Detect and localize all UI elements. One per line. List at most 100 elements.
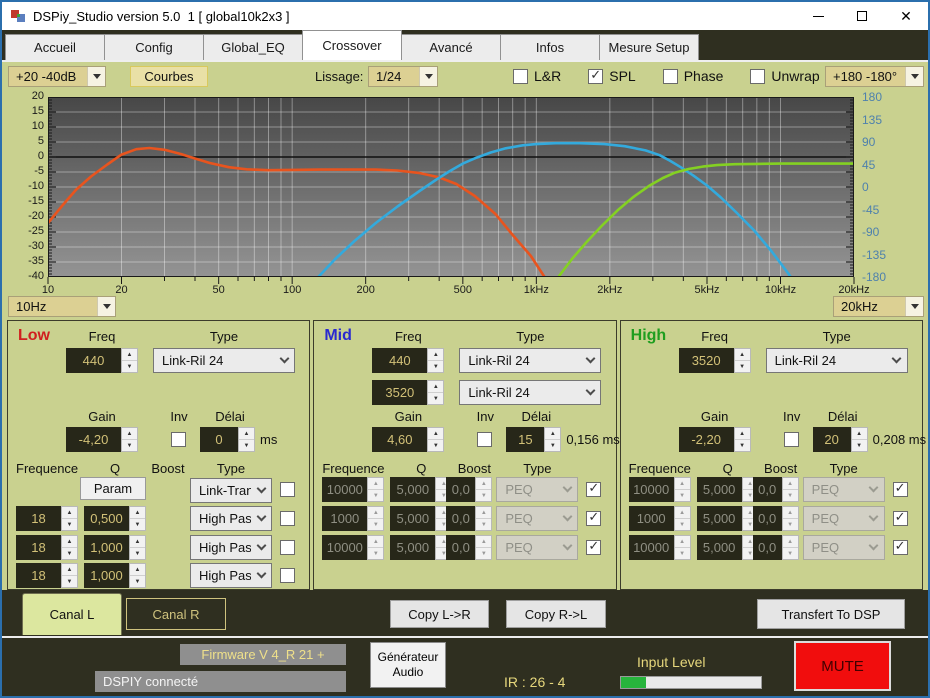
spinner-up-icon[interactable]: ▲ bbox=[239, 428, 254, 440]
canal-l-tab[interactable]: Canal L bbox=[22, 593, 122, 635]
crossover-freq-spinner[interactable]: 3520▲▼ bbox=[372, 380, 444, 405]
spinner-up-icon[interactable]: ▲ bbox=[428, 381, 443, 393]
eq-freq-spinner[interactable]: 18▲▼ bbox=[16, 506, 78, 531]
eq-enable-checkbox[interactable]: ✓ bbox=[586, 511, 601, 526]
checkbox-box[interactable]: ✓ bbox=[663, 69, 678, 84]
delay-spinner[interactable]: 15▲▼ bbox=[506, 427, 561, 452]
chevron-down-icon[interactable] bbox=[419, 67, 437, 86]
eq-q-spinner[interactable]: 1,000▲▼ bbox=[84, 563, 146, 588]
spinner-down-icon[interactable]: ▼ bbox=[735, 361, 750, 372]
spinner-up-icon[interactable]: ▲ bbox=[130, 564, 145, 576]
crossover-freq-spinner[interactable]: 440▲▼ bbox=[66, 348, 138, 373]
transfer-to-dsp-button[interactable]: Transfert To DSP bbox=[757, 599, 905, 629]
spinner-up-icon[interactable]: ▲ bbox=[130, 536, 145, 548]
eq-type-dropdown[interactable]: High Pass bbox=[190, 506, 272, 531]
crossover-type-dropdown[interactable]: Link-Ril 24 bbox=[153, 348, 295, 373]
copy-r-to-l-button[interactable]: Copy R->L bbox=[506, 600, 606, 628]
eq-q-spinner[interactable]: 0,500▲▼ bbox=[84, 506, 146, 531]
inv-checkbox[interactable]: ✓ bbox=[171, 432, 186, 447]
param-type-dropdown[interactable]: Link-Transf bbox=[190, 478, 272, 503]
canal-r-tab[interactable]: Canal R bbox=[126, 598, 226, 630]
spinner-down-icon[interactable]: ▼ bbox=[122, 440, 137, 451]
crossover-type-dropdown[interactable]: Link-Ril 24 bbox=[459, 380, 601, 405]
param-checkbox[interactable]: ✓ bbox=[280, 482, 295, 497]
checkbox-box[interactable]: ✓ bbox=[513, 69, 528, 84]
spinner-up-icon[interactable]: ▲ bbox=[545, 428, 560, 440]
delay-spinner[interactable]: 20▲▼ bbox=[813, 427, 868, 452]
spinner-down-icon[interactable]: ▼ bbox=[62, 576, 77, 587]
eq-freq-spinner[interactable]: 18▲▼ bbox=[16, 563, 78, 588]
minimize-button[interactable] bbox=[796, 2, 840, 30]
tab-config[interactable]: Config bbox=[104, 34, 204, 60]
eq-enable-checkbox[interactable]: ✓ bbox=[586, 540, 601, 555]
freq-range-high-combo[interactable]: 20kHz bbox=[833, 296, 924, 317]
checkbox-spl[interactable]: ✓SPL bbox=[588, 68, 635, 84]
gain-spinner[interactable]: 4,60▲▼ bbox=[372, 427, 444, 452]
gain-spinner[interactable]: -2,20▲▼ bbox=[679, 427, 751, 452]
spinner-up-icon[interactable]: ▲ bbox=[122, 428, 137, 440]
eq-q-spinner[interactable]: 1,000▲▼ bbox=[84, 535, 146, 560]
crossover-freq-spinner[interactable]: 440▲▼ bbox=[372, 348, 444, 373]
crossover-freq-spinner[interactable]: 3520▲▼ bbox=[679, 348, 751, 373]
close-button[interactable]: ✕ bbox=[884, 2, 928, 30]
tab-mesure-setup[interactable]: Mesure Setup bbox=[599, 34, 699, 60]
spinner-up-icon[interactable]: ▲ bbox=[122, 349, 137, 361]
spinner-down-icon[interactable]: ▼ bbox=[130, 548, 145, 559]
spinner-down-icon[interactable]: ▼ bbox=[735, 440, 750, 451]
eq-enable-checkbox[interactable]: ✓ bbox=[586, 482, 601, 497]
eq-enable-checkbox[interactable]: ✓ bbox=[280, 511, 295, 526]
spinner-up-icon[interactable]: ▲ bbox=[62, 507, 77, 519]
gain-spinner[interactable]: -4,20▲▼ bbox=[66, 427, 138, 452]
tab-global-eq[interactable]: Global_EQ bbox=[203, 34, 303, 60]
spinner-down-icon[interactable]: ▼ bbox=[852, 440, 867, 451]
spinner-up-icon[interactable]: ▲ bbox=[62, 536, 77, 548]
spinner-up-icon[interactable]: ▲ bbox=[130, 507, 145, 519]
eq-freq-spinner[interactable]: 18▲▼ bbox=[16, 535, 78, 560]
spinner-down-icon[interactable]: ▼ bbox=[130, 519, 145, 530]
db-range-combo[interactable]: +20 -40dB bbox=[8, 66, 106, 87]
chevron-down-icon[interactable] bbox=[97, 297, 115, 316]
spinner-up-icon[interactable]: ▲ bbox=[735, 349, 750, 361]
eq-type-dropdown[interactable]: High Pass bbox=[190, 535, 272, 560]
chevron-down-icon[interactable] bbox=[905, 297, 923, 316]
copy-l-to-r-button[interactable]: Copy L->R bbox=[390, 600, 489, 628]
delay-spinner[interactable]: 0▲▼ bbox=[200, 427, 255, 452]
spinner-down-icon[interactable]: ▼ bbox=[130, 576, 145, 587]
spinner-up-icon[interactable]: ▲ bbox=[62, 564, 77, 576]
checkbox-unwrap[interactable]: ✓Unwrap bbox=[750, 68, 819, 84]
tab-infos[interactable]: Infos bbox=[500, 34, 600, 60]
tab-crossover[interactable]: Crossover bbox=[302, 30, 402, 60]
spinner-up-icon[interactable]: ▲ bbox=[428, 428, 443, 440]
spinner-up-icon[interactable]: ▲ bbox=[428, 349, 443, 361]
eq-enable-checkbox[interactable]: ✓ bbox=[280, 540, 295, 555]
spinner-down-icon[interactable]: ▼ bbox=[545, 440, 560, 451]
maximize-button[interactable] bbox=[840, 2, 884, 30]
eq-enable-checkbox[interactable]: ✓ bbox=[893, 482, 908, 497]
phase-range-combo[interactable]: +180 -180° bbox=[825, 66, 924, 87]
crossover-type-dropdown[interactable]: Link-Ril 24 bbox=[459, 348, 601, 373]
checkbox-box[interactable]: ✓ bbox=[750, 69, 765, 84]
checkbox-lr[interactable]: ✓L&R bbox=[513, 68, 561, 84]
checkbox-phase[interactable]: ✓Phase bbox=[663, 68, 724, 84]
inv-checkbox[interactable]: ✓ bbox=[477, 432, 492, 447]
lissage-combo[interactable]: 1/24 bbox=[368, 66, 438, 87]
spinner-down-icon[interactable]: ▼ bbox=[122, 361, 137, 372]
eq-type-dropdown[interactable]: High Pass bbox=[190, 563, 272, 588]
spinner-down-icon[interactable]: ▼ bbox=[62, 548, 77, 559]
chevron-down-icon[interactable] bbox=[87, 67, 105, 86]
spinner-up-icon[interactable]: ▲ bbox=[852, 428, 867, 440]
courbes-button[interactable]: Courbes bbox=[130, 66, 208, 87]
eq-enable-checkbox[interactable]: ✓ bbox=[280, 568, 295, 583]
param-button[interactable]: Param bbox=[80, 477, 146, 500]
crossover-type-dropdown[interactable]: Link-Ril 24 bbox=[766, 348, 908, 373]
mute-button[interactable]: MUTE bbox=[794, 641, 891, 691]
eq-enable-checkbox[interactable]: ✓ bbox=[893, 511, 908, 526]
spinner-up-icon[interactable]: ▲ bbox=[735, 428, 750, 440]
chevron-down-icon[interactable] bbox=[905, 67, 923, 86]
audio-generator-button[interactable]: Générateur Audio bbox=[370, 642, 446, 688]
spinner-down-icon[interactable]: ▼ bbox=[428, 361, 443, 372]
checkbox-box[interactable]: ✓ bbox=[588, 69, 603, 84]
tab-avanc-[interactable]: Avancé bbox=[401, 34, 501, 60]
eq-enable-checkbox[interactable]: ✓ bbox=[893, 540, 908, 555]
tab-accueil[interactable]: Accueil bbox=[5, 34, 105, 60]
